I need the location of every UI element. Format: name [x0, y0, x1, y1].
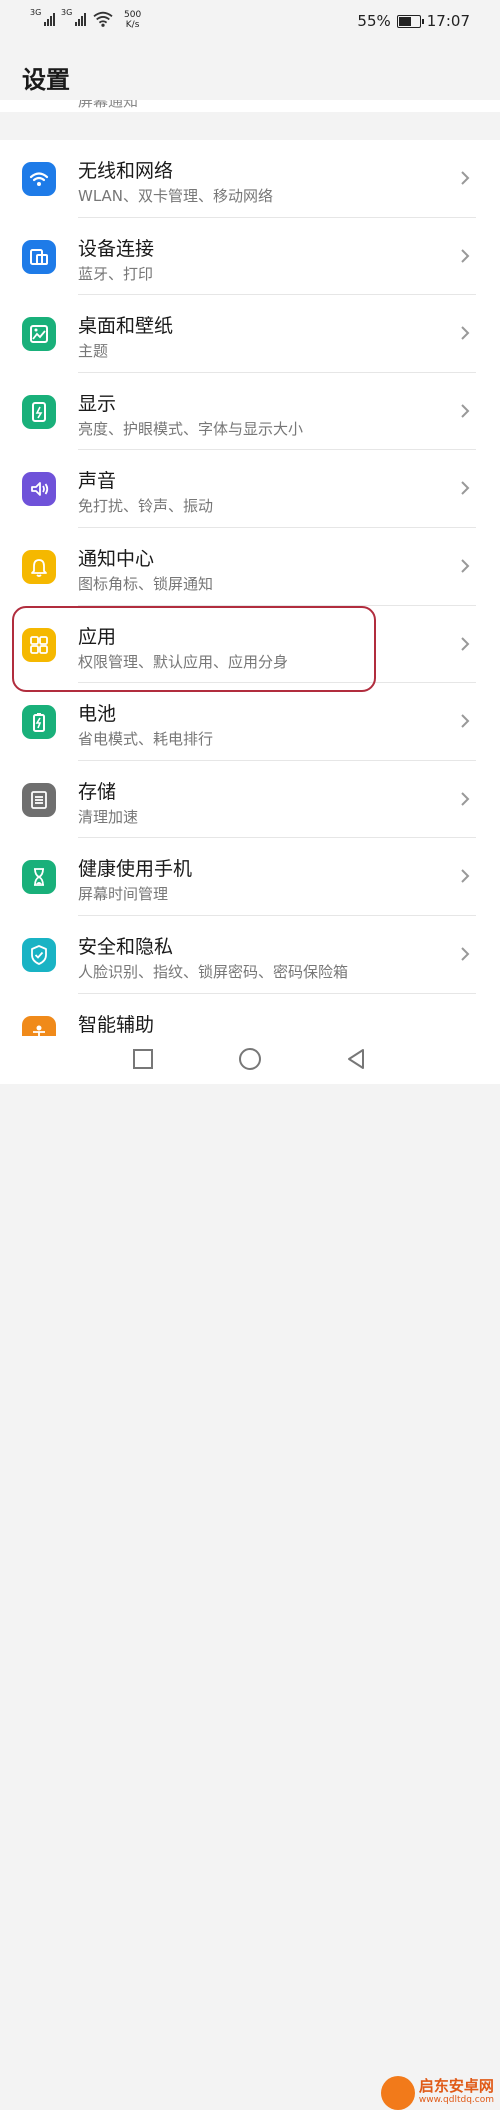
settings-item-hourglass[interactable]: 健康使用手机屏幕时间管理 [0, 838, 500, 916]
page-title: 设置 [22, 66, 70, 94]
speed-unit: K/s [125, 20, 140, 30]
watermark: 启东安卓网 www.qdltdq.com [380, 2076, 494, 2110]
settings-item-subtitle: 权限管理、默认应用、应用分身 [78, 652, 289, 671]
storage-icon [22, 782, 56, 817]
settings-item-title: 电池 [78, 703, 117, 726]
chevron-right-icon [461, 636, 470, 651]
chevron-right-icon [461, 559, 470, 573]
shield-icon [22, 937, 56, 972]
settings-item-title: 智能辅助 [78, 1013, 155, 1036]
navigation-bar: 启东安卓网 www.qdltdq.com [0, 1036, 500, 2110]
settings-item-title: 安全和隐私 [78, 935, 174, 958]
back-button[interactable] [343, 1046, 369, 1072]
settings-item-device-connection[interactable]: 设备连接 蓝牙、打印 [0, 218, 500, 296]
chevron-right-icon [461, 714, 470, 728]
chevron-right-icon [461, 947, 470, 961]
watermark-url: www.qdltdq.com [418, 2095, 494, 2105]
previous-item-partial[interactable]: 屏幕通知 [0, 100, 500, 112]
apps-grid-icon [22, 627, 56, 662]
display-icon [22, 394, 56, 429]
chevron-right-icon [461, 248, 470, 263]
settings-item-subtitle: 主题 [78, 342, 109, 361]
clock: 17:07 [426, 12, 470, 30]
battery-status-icon [396, 14, 424, 28]
settings-item-storage[interactable]: 存储 清理加速 [0, 761, 500, 839]
settings-item-title: 健康使用手机 [78, 858, 193, 881]
chevron-right-icon [461, 869, 470, 884]
settings-item-subtitle: 屏幕时间管理 [78, 885, 169, 904]
settings-item-bell[interactable]: 通知中心图标角标、锁屏通知 [0, 528, 500, 606]
network-type-label: 3G [30, 8, 42, 17]
settings-item-subtitle: 图标角标、锁屏通知 [78, 574, 214, 593]
settings-item-display[interactable]: 显示亮度、护眼模式、字体与显示大小 [0, 373, 500, 451]
settings-item-subtitle: 免打扰、铃声、振动 [78, 497, 214, 516]
wifi-status-icon [93, 11, 113, 27]
settings-item-title: 声音 [78, 470, 117, 493]
chevron-right-icon [461, 171, 470, 185]
network-speed: 500 K/s [124, 10, 141, 30]
recent-apps-button[interactable] [130, 1046, 156, 1072]
settings-item-subtitle: 蓝牙、打印 [78, 264, 154, 283]
settings-item-battery[interactable]: 电池省电模式、耗电排行 [0, 683, 500, 761]
chevron-right-icon [461, 326, 470, 340]
settings-item-title: 应用 [78, 625, 117, 648]
hourglass-icon [22, 860, 56, 895]
wifi-icon [22, 162, 56, 196]
device-connection-icon [22, 239, 56, 274]
cell-signal-icon: 3G [61, 8, 86, 26]
wallpaper-icon [22, 317, 56, 352]
settings-item-subtitle: 人脸识别、指纹、锁屏密码、密码保险箱 [78, 962, 349, 981]
watermark-name: 启东安卓网 [418, 2077, 494, 2095]
chevron-right-icon [461, 404, 470, 418]
settings-item-apps-grid[interactable]: 应用权限管理、默认应用、应用分身 [0, 606, 500, 684]
previous-item-label: 屏幕通知 [78, 100, 139, 110]
chevron-right-icon [461, 481, 470, 496]
status-bar: 3G 3G 500 K/s 55% 17:07 [0, 0, 500, 46]
bell-icon [22, 549, 56, 584]
sound-icon [22, 472, 56, 507]
settings-item-subtitle: WLAN、双卡管理、移动网络 [78, 187, 274, 205]
home-button[interactable] [237, 1046, 263, 1072]
settings-item-title: 存储 [78, 780, 117, 803]
settings-item-title: 显示 [78, 392, 117, 415]
settings-item-shield[interactable]: 安全和隐私人脸识别、指纹、锁屏密码、密码保险箱 [0, 916, 500, 994]
settings-item-title: 设备连接 [78, 237, 155, 260]
network-type-label: 3G [61, 8, 73, 17]
watermark-logo [380, 2076, 415, 2110]
chevron-right-icon [461, 792, 470, 806]
settings-item-title: 通知中心 [78, 547, 155, 570]
battery-icon [22, 705, 56, 740]
settings-item-subtitle: 亮度、护眼模式、字体与显示大小 [78, 419, 304, 438]
battery-percent: 55% [357, 12, 391, 30]
settings-item-subtitle: 省电模式、耗电排行 [78, 730, 214, 749]
cell-signal-icon: 3G [30, 8, 55, 26]
settings-item-subtitle: 清理加速 [78, 807, 139, 826]
settings-item-sound[interactable]: 声音免打扰、铃声、振动 [0, 450, 500, 528]
settings-list: 无线和网络 WLAN、双卡管理、移动网络设备连接蓝牙、打印桌面和壁纸主题显示亮度、… [0, 140, 500, 1060]
settings-item-wifi[interactable]: 无线和网络 WLAN、双卡管理、移动网络 [0, 140, 500, 218]
settings-item-wallpaper[interactable]: 桌面和壁纸 主题 [0, 295, 500, 373]
settings-item-title: 桌面和壁纸 [78, 315, 174, 338]
settings-item-title: 无线和网络 [78, 160, 174, 182]
speed-value: 500 [124, 10, 142, 20]
